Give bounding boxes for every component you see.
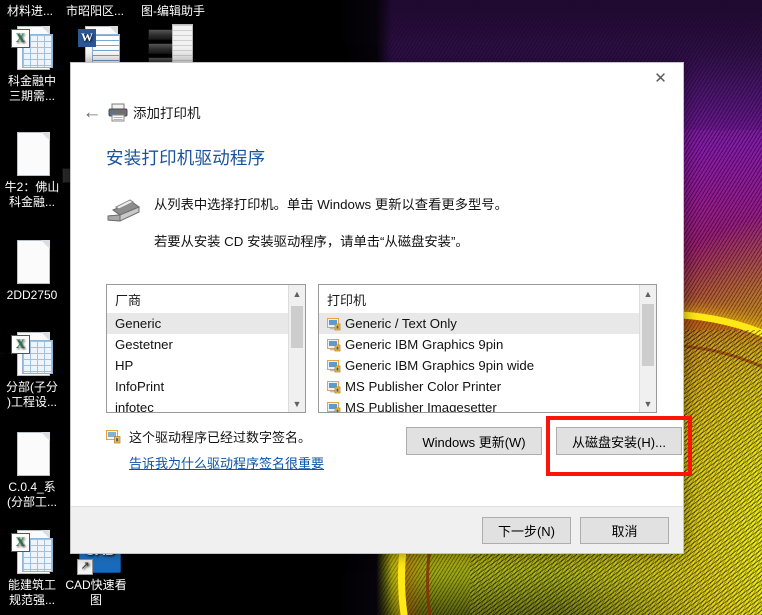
list-item-label: Generic	[115, 316, 162, 331]
excel-file-icon: X	[8, 24, 56, 72]
manufacturer-listbox[interactable]: 厂商 Generic Gestetner HP InfoPrint infote…	[106, 284, 306, 413]
windows-update-button[interactable]: Windows 更新(W)	[406, 427, 542, 455]
list-item-label: Generic / Text Only	[345, 316, 457, 331]
cancel-button[interactable]: 取消	[580, 516, 669, 544]
dialog-titlebar: ✕	[71, 63, 683, 97]
list-item-label: Gestetner	[115, 337, 173, 352]
printer-driver-icon	[327, 338, 341, 352]
printer-icon	[107, 102, 129, 122]
printer-large-icon	[106, 196, 141, 230]
manufacturer-list-header: 厂商	[115, 293, 142, 308]
dialog-nav-title: 添加打印机	[133, 106, 201, 121]
manufacturer-scrollbar[interactable]: ▲ ▼	[288, 285, 305, 412]
list-item-label: InfoPrint	[115, 379, 165, 394]
blank-file-icon	[8, 430, 56, 478]
excel-file-icon: X	[8, 528, 56, 576]
signature-and-actions-row: 这个驱动程序已经过数字签名。 告诉我为什么驱动程序签名很重要 Windows 更…	[106, 416, 692, 476]
intro-block: 从列表中选择打印机。单击 Windows 更新以查看更多型号。 若要从安装 CD…	[106, 194, 683, 268]
desktop-icon-label: CAD快速看 图	[65, 578, 127, 607]
signature-block: 这个驱动程序已经过数字签名。 告诉我为什么驱动程序签名很重要	[106, 427, 406, 472]
driver-action-buttons: Windows 更新(W) 从磁盘安装(H)...	[406, 416, 692, 476]
desktop-label-zhaoyang: 市昭阳区...	[65, 4, 124, 18]
close-icon[interactable]: ✕	[638, 63, 683, 93]
blank-file-icon	[8, 238, 56, 286]
scrollbar-thumb[interactable]	[642, 304, 654, 366]
dialog-nav-row: ← 添加打印机	[71, 97, 683, 127]
add-printer-dialog: ✕ ← 添加打印机 安装打印机驱动程序 从列表中选择打印机。单击 Windows…	[70, 62, 692, 554]
list-item-label: HP	[115, 358, 134, 373]
signature-text: 这个驱动程序已经过数字签名。	[129, 430, 312, 445]
page-title: 安装打印机驱动程序	[106, 148, 266, 168]
desktop-icon-blank-doc-3[interactable]: C.0.4_系 (分部工...	[0, 430, 70, 510]
printer-item-ibm-graphics-9pin[interactable]: Generic IBM Graphics 9pin	[319, 334, 639, 355]
manufacturer-item-infotec[interactable]: infotec	[107, 397, 288, 412]
list-item-label: MS Publisher Imagesetter	[345, 400, 497, 412]
manufacturer-item-infoprint[interactable]: InfoPrint	[107, 376, 288, 397]
printer-item-ms-publisher-imagesetter[interactable]: MS Publisher Imagesetter	[319, 397, 639, 412]
manufacturer-item-generic[interactable]: Generic	[107, 313, 288, 334]
signature-help-link[interactable]: 告诉我为什么驱动程序签名很重要	[129, 453, 324, 472]
printer-list-items: 打印机 Generic / Text Only Generic IBM Grap…	[319, 285, 639, 412]
desktop-icon-label: 牛2：佛山 科金融...	[4, 180, 60, 209]
back-arrow-icon[interactable]: ←	[79, 100, 105, 124]
desktop-icon-excel-doc-1[interactable]: X 科金融中 三期需...	[0, 24, 70, 104]
excel-file-icon: X	[8, 330, 56, 378]
desktop-icon-blank-doc-1[interactable]: 牛2：佛山 科金融...	[0, 130, 70, 210]
manufacturer-item-gestetner[interactable]: Gestetner	[107, 334, 288, 355]
printer-list-header: 打印机	[327, 293, 367, 308]
scroll-up-icon[interactable]: ▲	[289, 285, 305, 302]
list-item-label: MS Publisher Color Printer	[345, 379, 502, 394]
intro-line-1: 从列表中选择打印机。单击 Windows 更新以查看更多型号。	[154, 197, 508, 212]
scrollbar-track[interactable]	[640, 302, 656, 395]
driver-selection-lists: 厂商 Generic Gestetner HP InfoPrint infote…	[106, 284, 683, 413]
intro-line-2: 若要从安装 CD 安装驱动程序，请单击“从磁盘安装”。	[154, 234, 469, 249]
printer-driver-icon	[327, 317, 341, 331]
printer-item-generic-text-only[interactable]: Generic / Text Only	[319, 313, 639, 334]
scrollbar-thumb[interactable]	[291, 306, 303, 348]
scroll-down-icon[interactable]: ▼	[289, 395, 305, 412]
signature-status: 这个驱动程序已经过数字签名。	[106, 427, 406, 446]
manufacturer-item-hp[interactable]: HP	[107, 355, 288, 376]
printer-scrollbar[interactable]: ▲ ▼	[639, 285, 656, 412]
have-disk-button-wrapper: 从磁盘安装(H)...	[546, 416, 692, 476]
desktop-icon-label: 2DD2750	[6, 288, 58, 302]
intro-text: 从列表中选择打印机。单击 Windows 更新以查看更多型号。 若要从安装 CD…	[154, 194, 508, 268]
list-item-label: Generic IBM Graphics 9pin wide	[345, 358, 535, 373]
printer-driver-icon	[327, 380, 341, 394]
list-item-label: Generic IBM Graphics 9pin	[345, 337, 504, 352]
blank-file-icon	[8, 130, 56, 178]
manufacturer-list-items: 厂商 Generic Gestetner HP InfoPrint infote…	[107, 285, 288, 412]
desktop-icon-excel-doc-2[interactable]: X 分部(子分 )工程设...	[0, 330, 70, 410]
have-disk-button[interactable]: 从磁盘安装(H)...	[556, 427, 682, 455]
printer-driver-icon	[327, 359, 341, 373]
scroll-up-icon[interactable]: ▲	[640, 285, 656, 302]
desktop-icon-label: 科金融中 三期需...	[7, 74, 56, 103]
desktop-icon-blank-doc-2[interactable]: 2DD2750	[0, 238, 70, 303]
printer-listbox[interactable]: 打印机 Generic / Text Only Generic IBM Grap…	[318, 284, 657, 413]
printer-driver-icon	[327, 401, 341, 412]
scroll-down-icon[interactable]: ▼	[640, 395, 656, 412]
printer-item-ms-publisher-color[interactable]: MS Publisher Color Printer	[319, 376, 639, 397]
dialog-body: 安装打印机驱动程序 从列表中选择打印机。单击 Windows 更新以查看更多型号…	[71, 145, 692, 476]
dialog-footer: 下一步(N) 取消	[71, 506, 683, 553]
desktop-icon-label: 分部(子分 )工程设...	[6, 380, 58, 409]
digital-signature-icon	[106, 429, 121, 444]
next-button[interactable]: 下一步(N)	[482, 516, 571, 544]
list-item-label: infotec	[115, 400, 154, 412]
printer-item-ibm-graphics-9pin-wide[interactable]: Generic IBM Graphics 9pin wide	[319, 355, 639, 376]
desktop-label-editor: 图-编辑助手	[141, 4, 205, 18]
desktop-icon-label: C.0.4_系 (分部工...	[7, 480, 57, 509]
scrollbar-track[interactable]	[289, 302, 305, 395]
